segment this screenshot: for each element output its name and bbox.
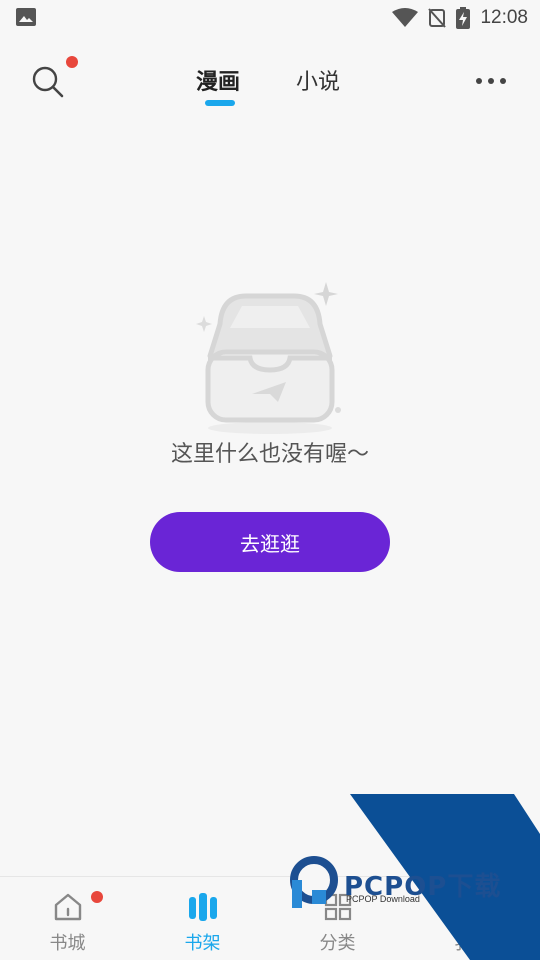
nav-label-bookshelf: 书架 [184, 933, 221, 954]
nav-item-bookstore[interactable]: 书城 [0, 877, 135, 960]
more-menu-icon[interactable] [476, 74, 512, 88]
nav-label-profile: 我的 [454, 933, 491, 954]
top-bar: 漫画 小说 [0, 48, 540, 114]
search-badge-dot [66, 56, 78, 68]
browse-button[interactable]: 去逛逛 [150, 512, 390, 572]
status-icons: 12:08 [392, 6, 528, 30]
profile-icon [461, 894, 485, 921]
empty-message: 这里什么也没有喔～ [170, 442, 369, 467]
bottom-nav: 书城 书架 分类 我的 [0, 876, 540, 960]
status-bar: 12:08 [0, 0, 540, 36]
nav-item-profile[interactable]: 我的 [405, 877, 540, 960]
nav-label-category: 分类 [319, 933, 356, 954]
bookshelf-icon [189, 893, 217, 921]
tab-novel[interactable]: 小说 [296, 64, 340, 96]
wifi-icon [392, 8, 419, 27]
tab-active-indicator [205, 100, 235, 106]
nav-item-category[interactable]: 分类 [270, 877, 405, 960]
nav-item-bookshelf[interactable]: 书架 [135, 877, 270, 960]
image-notification-icon [16, 8, 36, 26]
tab-bar: 漫画 小说 [0, 48, 540, 114]
empty-box-illustration [196, 282, 341, 434]
nav-label-bookstore: 书城 [49, 933, 86, 954]
battery-charging-icon [456, 7, 471, 29]
bookstore-badge-dot [91, 891, 103, 903]
category-icon [324, 893, 352, 921]
more-dot [488, 78, 494, 84]
status-time: 12:08 [480, 7, 528, 28]
more-dot [500, 78, 506, 84]
home-icon [54, 893, 82, 921]
tab-comics[interactable]: 漫画 [196, 64, 240, 96]
no-signal-icon [428, 8, 447, 28]
more-dot [476, 78, 482, 84]
